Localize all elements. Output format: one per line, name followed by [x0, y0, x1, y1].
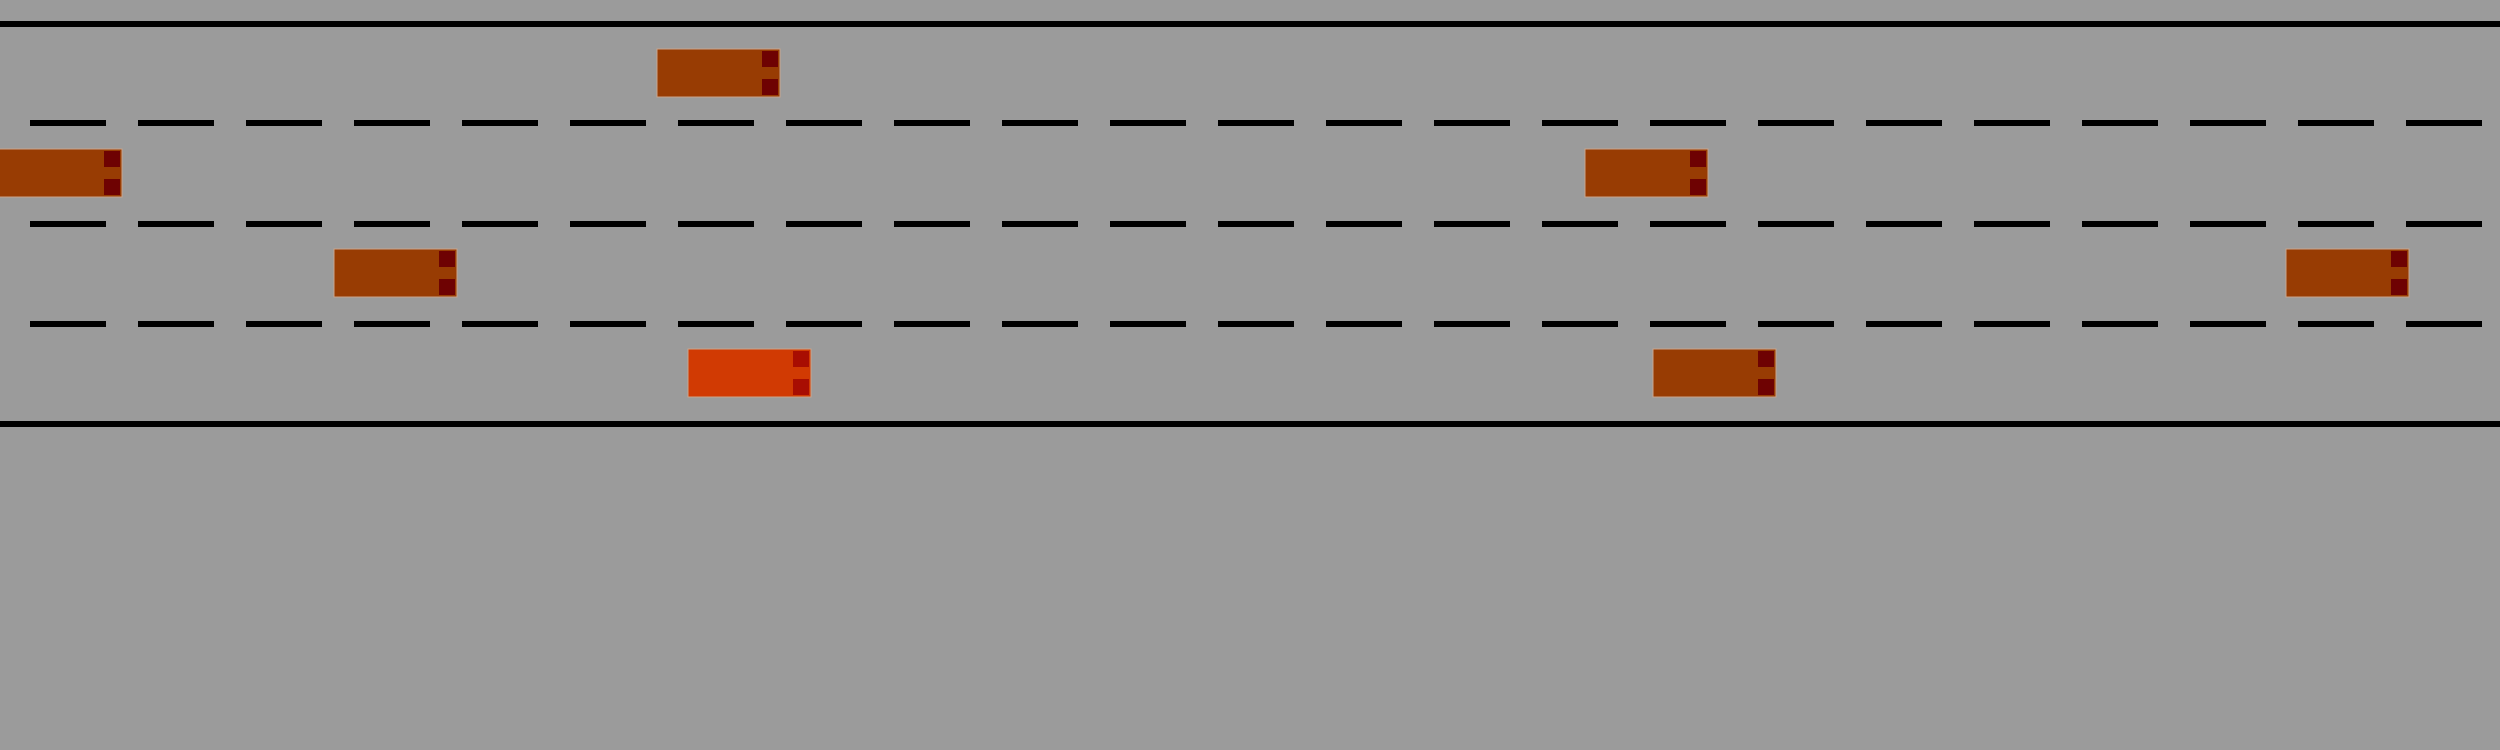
vehicle — [333, 248, 458, 298]
headlight-right — [2391, 279, 2407, 295]
vehicle — [0, 148, 123, 198]
vehicle — [1584, 148, 1709, 198]
headlight-left — [793, 351, 809, 367]
road-surface — [0, 0, 2500, 750]
headlight-right — [762, 79, 778, 95]
vehicle-body — [2285, 248, 2410, 298]
road-edge-bottom — [0, 421, 2500, 427]
vehicle-body — [687, 348, 812, 398]
vehicle — [1652, 348, 1777, 398]
headlight-left — [762, 51, 778, 67]
headlight-right — [1690, 179, 1706, 195]
vehicle-body — [0, 148, 123, 198]
ego-vehicle — [687, 348, 812, 398]
road-edge-top — [0, 21, 2500, 27]
vehicle — [2285, 248, 2410, 298]
vehicle-body — [1652, 348, 1777, 398]
headlight-left — [1690, 151, 1706, 167]
vehicle-body — [333, 248, 458, 298]
vehicle — [656, 48, 781, 98]
headlight-left — [1758, 351, 1774, 367]
highway-scene — [0, 0, 2500, 750]
headlight-left — [104, 151, 120, 167]
headlight-left — [2391, 251, 2407, 267]
headlight-right — [439, 279, 455, 295]
headlight-right — [104, 179, 120, 195]
headlight-right — [793, 379, 809, 395]
headlight-left — [439, 251, 455, 267]
vehicle-body — [656, 48, 781, 98]
headlight-right — [1758, 379, 1774, 395]
vehicle-body — [1584, 148, 1709, 198]
